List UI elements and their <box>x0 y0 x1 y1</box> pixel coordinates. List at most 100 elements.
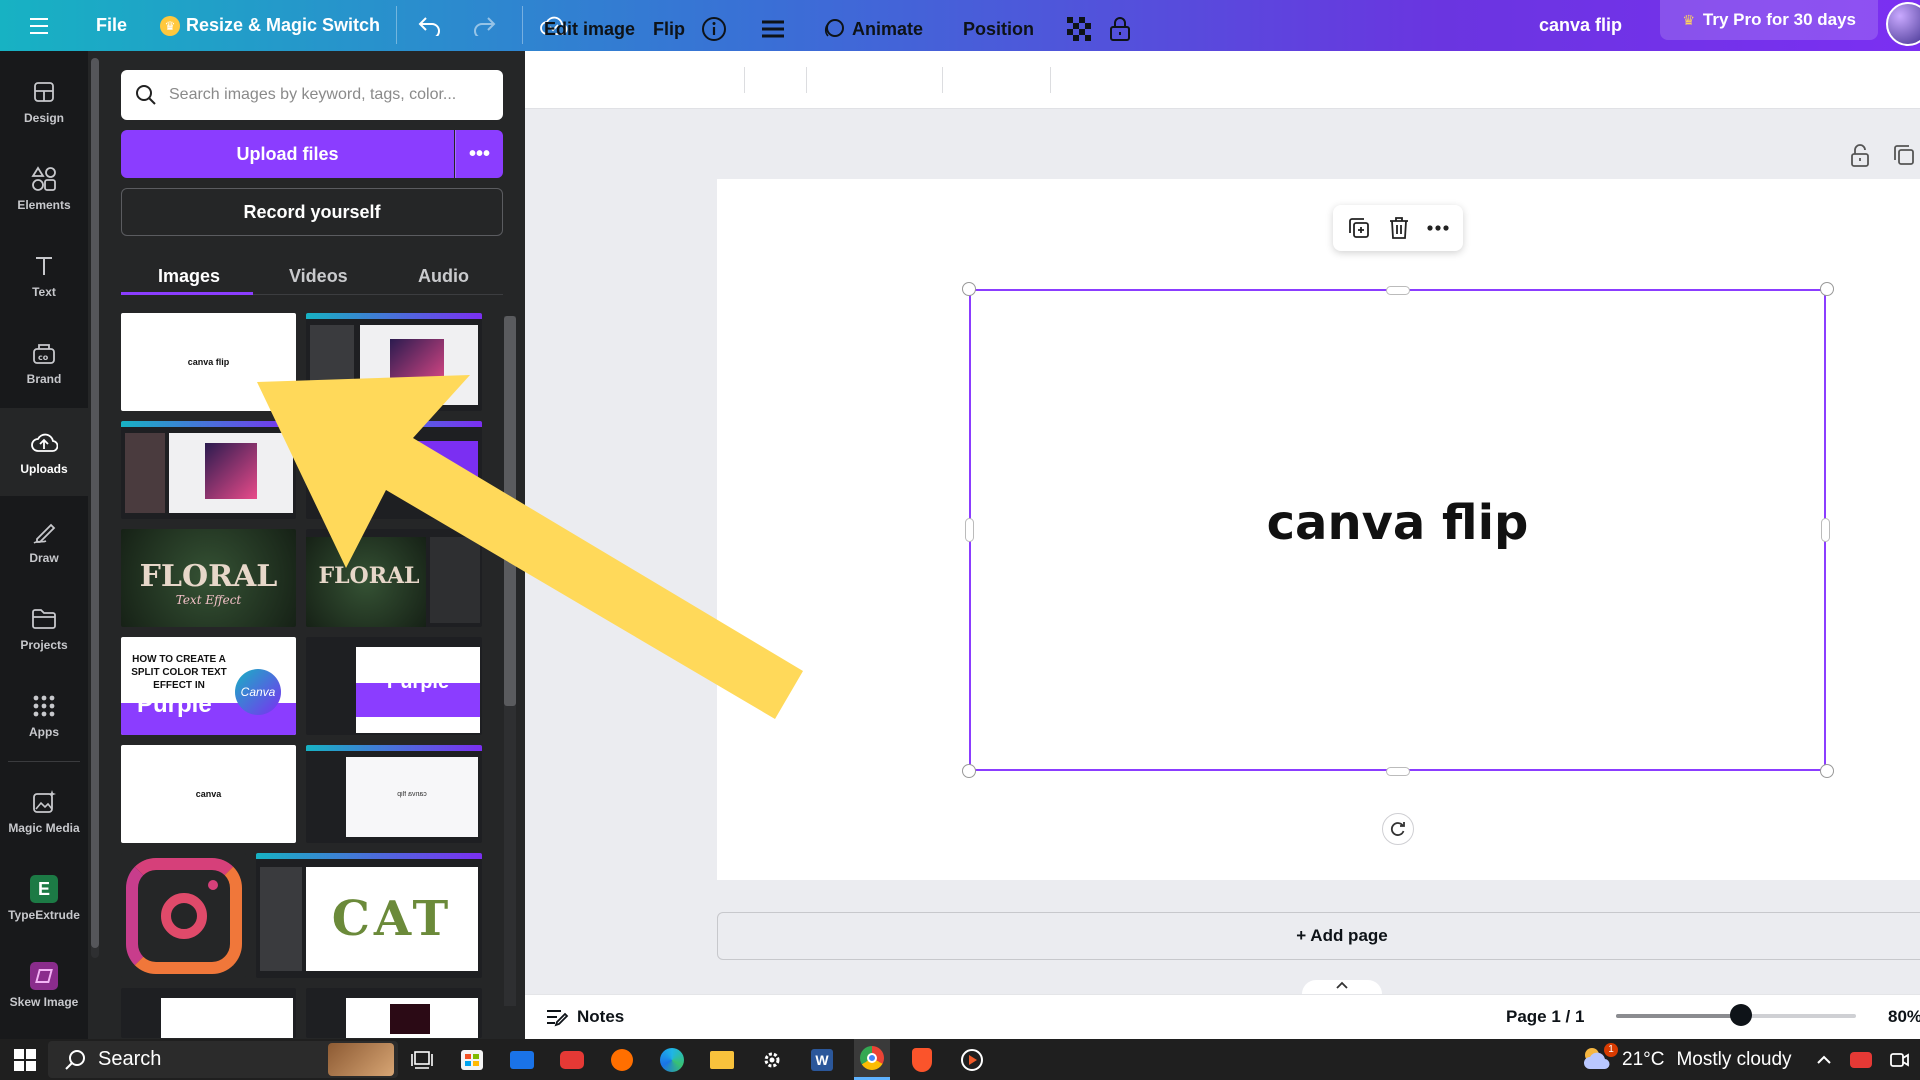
thumbnail-text: canva flip <box>397 791 427 798</box>
redo-icon[interactable] <box>472 0 496 51</box>
more-icon[interactable] <box>1427 225 1449 231</box>
rail-item-apps[interactable]: Apps <box>0 675 88 755</box>
line-style-icon[interactable] <box>761 0 785 58</box>
edit-image-button[interactable]: Edit image <box>544 0 635 58</box>
transparency-icon[interactable] <box>1067 0 1091 58</box>
office-app-icon[interactable] <box>604 1039 640 1080</box>
brave-browser-icon[interactable] <box>904 1039 940 1080</box>
avatar[interactable] <box>1886 2 1920 46</box>
tray-recorder-icon[interactable] <box>1846 1039 1876 1080</box>
rotate-icon[interactable] <box>1382 813 1414 845</box>
edge-browser-icon[interactable] <box>654 1039 690 1080</box>
canvas-text[interactable]: canva flip <box>969 495 1826 551</box>
undo-icon[interactable] <box>418 0 442 51</box>
screen-recorder-icon[interactable] <box>554 1039 590 1080</box>
settings-gear-icon[interactable] <box>754 1039 790 1080</box>
resize-handle-top-left[interactable] <box>962 282 976 296</box>
resize-handle-bottom[interactable] <box>1386 767 1410 776</box>
lock-icon[interactable] <box>1109 0 1131 58</box>
upload-thumbnail[interactable]: canva flip <box>121 313 296 411</box>
rail-item-draw[interactable]: Draw <box>0 501 88 581</box>
rail-item-skew-image[interactable]: Skew Image <box>0 945 88 1025</box>
info-icon[interactable] <box>701 0 727 58</box>
upload-thumbnail[interactable]: FLORAL <box>306 529 482 627</box>
resize-handle-top-right[interactable] <box>1820 282 1834 296</box>
thumbnail-scrollbar[interactable] <box>500 296 520 1036</box>
upload-thumbnail[interactable] <box>306 421 482 519</box>
mail-icon[interactable] <box>504 1039 540 1080</box>
rail-item-typeextrude[interactable]: E TypeExtrude <box>0 858 88 938</box>
upload-thumbnail[interactable] <box>121 988 296 1038</box>
resize-magic-switch-button[interactable]: ♛ Resize & Magic Switch <box>160 0 380 51</box>
record-yourself-label: Record yourself <box>243 201 381 222</box>
taskbar-search-label: Search <box>98 1048 162 1070</box>
animate-button[interactable]: Animate <box>822 0 923 58</box>
collapse-chevron-icon[interactable] <box>1302 980 1382 994</box>
upload-thumbnail[interactable]: FLORAL Text Effect <box>121 529 296 627</box>
instagram-logo-thumbnail[interactable] <box>121 853 246 978</box>
duplicate-page-icon[interactable] <box>1893 144 1915 166</box>
tab-audio[interactable]: Audio <box>418 256 469 296</box>
upload-thumbnail[interactable] <box>121 421 296 519</box>
rail-item-elements[interactable]: Elements <box>0 148 88 228</box>
upload-files-button[interactable]: Upload files <box>121 130 454 178</box>
chrome-browser-icon[interactable] <box>854 1039 890 1080</box>
rail-item-magic-media[interactable]: Magic Media <box>0 771 88 851</box>
thumbnail-text: FLORAL <box>318 563 420 589</box>
notes-icon <box>545 1007 569 1027</box>
rail-item-projects[interactable]: Projects <box>0 588 88 668</box>
try-pro-button[interactable]: ♛ Try Pro for 30 days <box>1660 0 1878 40</box>
rail-item-text[interactable]: Text <box>0 235 88 315</box>
search-box[interactable] <box>121 70 503 120</box>
page-counter[interactable]: Page 1 / 1 <box>1506 994 1584 1039</box>
record-yourself-button[interactable]: Record yourself <box>121 188 503 236</box>
divider <box>1050 67 1051 93</box>
upload-thumbnail[interactable]: CAT <box>256 853 482 978</box>
upload-thumbnail[interactable]: canva <box>121 745 296 843</box>
duplicate-icon[interactable] <box>1347 216 1371 240</box>
flip-button[interactable]: Flip <box>653 0 685 58</box>
file-explorer-icon[interactable] <box>704 1039 740 1080</box>
tab-images[interactable]: Images <box>158 256 220 296</box>
notes-button[interactable]: Notes <box>545 994 624 1039</box>
windows-start-icon[interactable] <box>8 1039 42 1080</box>
typeextrude-icon: E <box>29 874 59 904</box>
zoom-level[interactable]: 80% <box>1888 994 1920 1039</box>
trash-icon[interactable] <box>1388 216 1410 240</box>
scrollbar-thumb[interactable] <box>504 316 516 706</box>
page-lock-icon[interactable] <box>1850 144 1870 168</box>
resize-handle-top[interactable] <box>1386 286 1410 295</box>
scrollbar-thumb[interactable] <box>91 58 99 948</box>
menu-icon[interactable] <box>30 0 48 51</box>
zoom-slider-knob[interactable] <box>1729 1004 1752 1026</box>
rail-scrollbar[interactable] <box>91 58 99 958</box>
upload-thumbnail[interactable]: canva flip <box>306 745 482 843</box>
upload-thumbnail[interactable]: Purple <box>306 637 482 735</box>
document-title[interactable]: canva flip <box>1539 0 1622 51</box>
file-menu-button[interactable]: File <box>96 0 127 51</box>
upload-thumbnail[interactable] <box>306 988 482 1038</box>
resize-handle-bottom-left[interactable] <box>962 764 976 778</box>
add-page-button[interactable]: + Add page <box>717 912 1920 960</box>
rail-label: Elements <box>17 198 71 212</box>
thumbnail-text: Purple <box>386 671 450 693</box>
rail-item-uploads[interactable]: Uploads <box>0 408 88 496</box>
rail-item-brand[interactable]: co Brand <box>0 322 88 402</box>
resize-handle-bottom-right[interactable] <box>1820 764 1834 778</box>
upload-thumbnail[interactable]: HOW TO CREATE A SPLIT COLOR TEXT EFFECT … <box>121 637 296 735</box>
tray-device-icon[interactable] <box>1884 1039 1914 1080</box>
upload-thumbnail[interactable] <box>306 313 482 411</box>
tab-videos[interactable]: Videos <box>289 256 348 296</box>
media-player-icon[interactable] <box>954 1039 990 1080</box>
microsoft-store-icon[interactable] <box>454 1039 490 1080</box>
taskbar-search[interactable]: Search <box>48 1041 398 1078</box>
chevron-up-icon[interactable] <box>1812 1039 1836 1080</box>
animate-icon <box>822 17 846 41</box>
more-options-icon[interactable]: ••• <box>455 130 503 178</box>
task-view-icon[interactable] <box>404 1039 440 1080</box>
search-input[interactable] <box>169 86 503 104</box>
rail-item-design[interactable]: Design <box>0 61 88 141</box>
word-icon[interactable]: W <box>804 1039 840 1080</box>
weather-widget[interactable]: 1 21°C Mostly cloudy <box>1580 1039 1792 1080</box>
position-button[interactable]: Position <box>963 0 1034 58</box>
